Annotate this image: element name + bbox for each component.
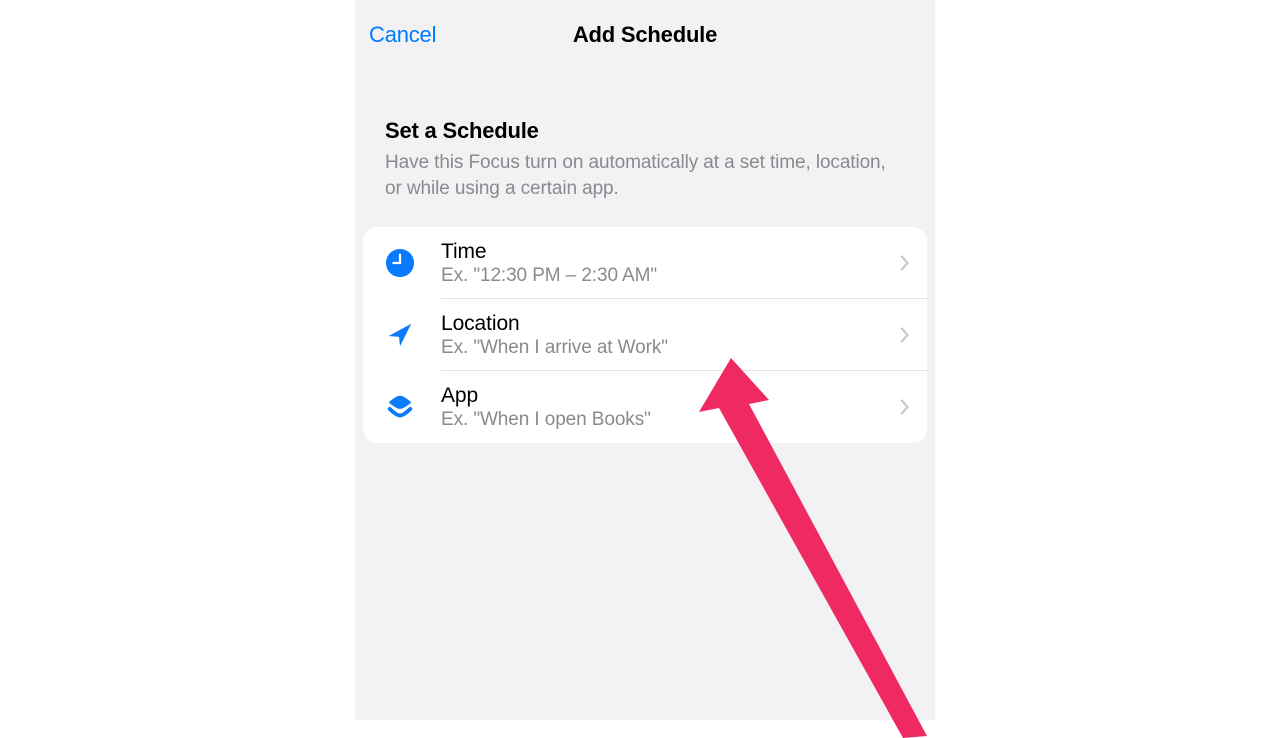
page-title: Add Schedule xyxy=(573,22,717,48)
section-description: Have this Focus turn on automatically at… xyxy=(385,150,905,201)
row-time-subtitle: Ex. "12:30 PM – 2:30 AM" xyxy=(441,265,897,287)
chevron-right-icon xyxy=(897,324,913,346)
section-title: Set a Schedule xyxy=(385,118,905,144)
navbar: Cancel Add Schedule xyxy=(355,0,935,70)
chevron-right-icon xyxy=(897,252,913,274)
row-location[interactable]: Location Ex. "When I arrive at Work" xyxy=(363,299,927,371)
row-time-title: Time xyxy=(441,240,897,264)
cancel-button[interactable]: Cancel xyxy=(369,22,436,48)
row-app-subtitle: Ex. "When I open Books" xyxy=(441,409,897,431)
chevron-right-icon xyxy=(897,396,913,418)
layers-icon xyxy=(383,390,417,424)
row-location-subtitle: Ex. "When I arrive at Work" xyxy=(441,337,897,359)
schedule-options-list: Time Ex. "12:30 PM – 2:30 AM" Location E… xyxy=(363,227,927,443)
row-time[interactable]: Time Ex. "12:30 PM – 2:30 AM" xyxy=(363,227,927,299)
row-location-title: Location xyxy=(441,312,897,336)
add-schedule-sheet: Cancel Add Schedule Set a Schedule Have … xyxy=(355,0,935,720)
row-app-text: App Ex. "When I open Books" xyxy=(441,384,897,431)
section-header: Set a Schedule Have this Focus turn on a… xyxy=(355,70,935,213)
row-app-title: App xyxy=(441,384,897,408)
clock-icon xyxy=(383,246,417,280)
location-arrow-icon xyxy=(383,318,417,352)
row-location-text: Location Ex. "When I arrive at Work" xyxy=(441,312,897,359)
row-app[interactable]: App Ex. "When I open Books" xyxy=(363,371,927,443)
row-time-text: Time Ex. "12:30 PM – 2:30 AM" xyxy=(441,240,897,287)
